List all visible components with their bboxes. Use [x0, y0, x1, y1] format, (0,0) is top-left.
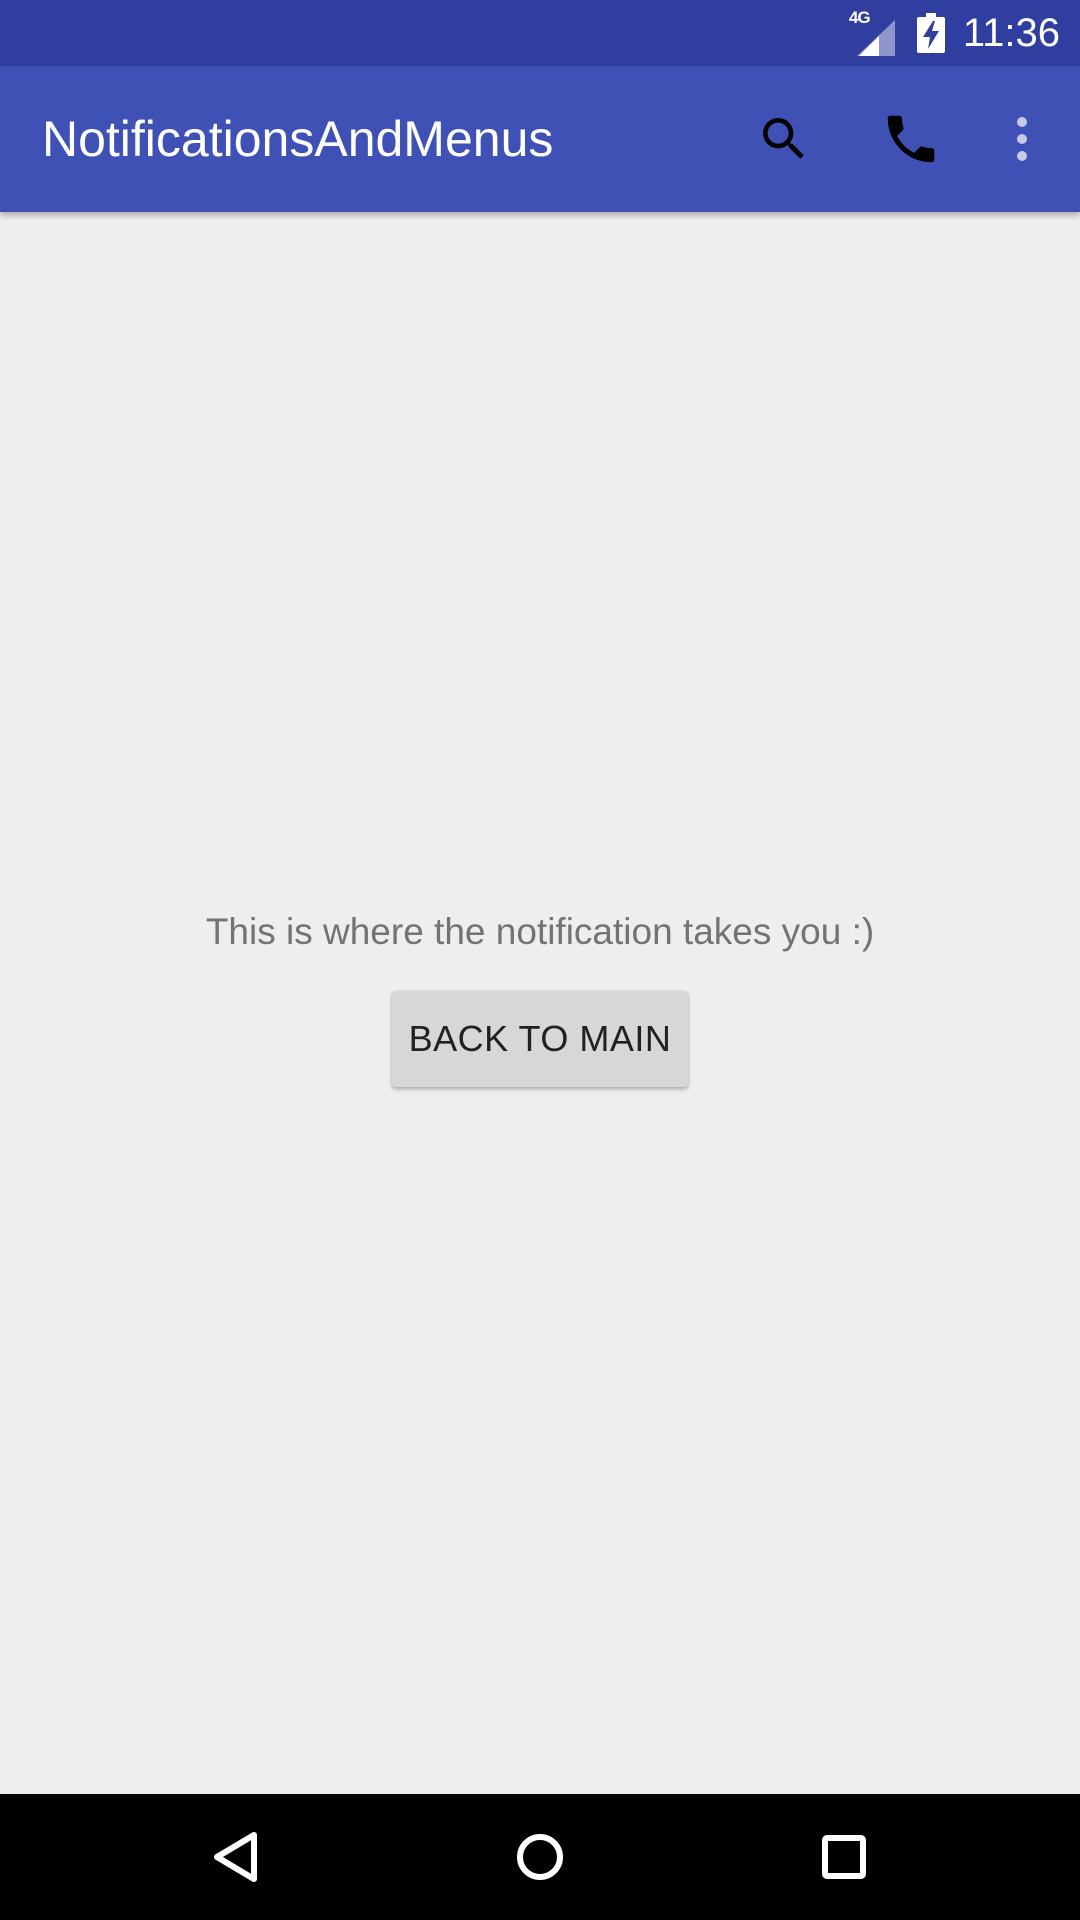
navigation-bar	[0, 1794, 1080, 1920]
back-to-main-button[interactable]: BACK TO MAIN	[392, 991, 688, 1087]
call-button[interactable]	[875, 103, 947, 175]
app-title: NotificationsAndMenus	[42, 111, 554, 167]
recents-icon	[822, 1835, 866, 1879]
app-bar: NotificationsAndMenus	[0, 66, 1080, 212]
signal-icon: 4G	[849, 8, 897, 56]
nav-home-button[interactable]	[500, 1817, 580, 1897]
nav-back-button[interactable]	[196, 1817, 276, 1897]
status-bar: 4G 11:36	[0, 0, 1080, 66]
status-clock: 11:36	[962, 11, 1060, 55]
overflow-menu-button[interactable]	[986, 103, 1058, 175]
status-icons: 4G 11:36	[849, 0, 1060, 66]
phone-icon	[887, 115, 935, 163]
search-icon	[763, 118, 804, 159]
nav-recents-button[interactable]	[804, 1817, 884, 1897]
back-icon	[214, 1832, 257, 1882]
home-icon	[517, 1834, 563, 1880]
notification-message: This is where the notification takes you…	[205, 911, 875, 952]
battery-charging-icon	[916, 13, 945, 53]
search-button[interactable]	[748, 103, 820, 175]
overflow-menu-icon	[1017, 117, 1027, 161]
